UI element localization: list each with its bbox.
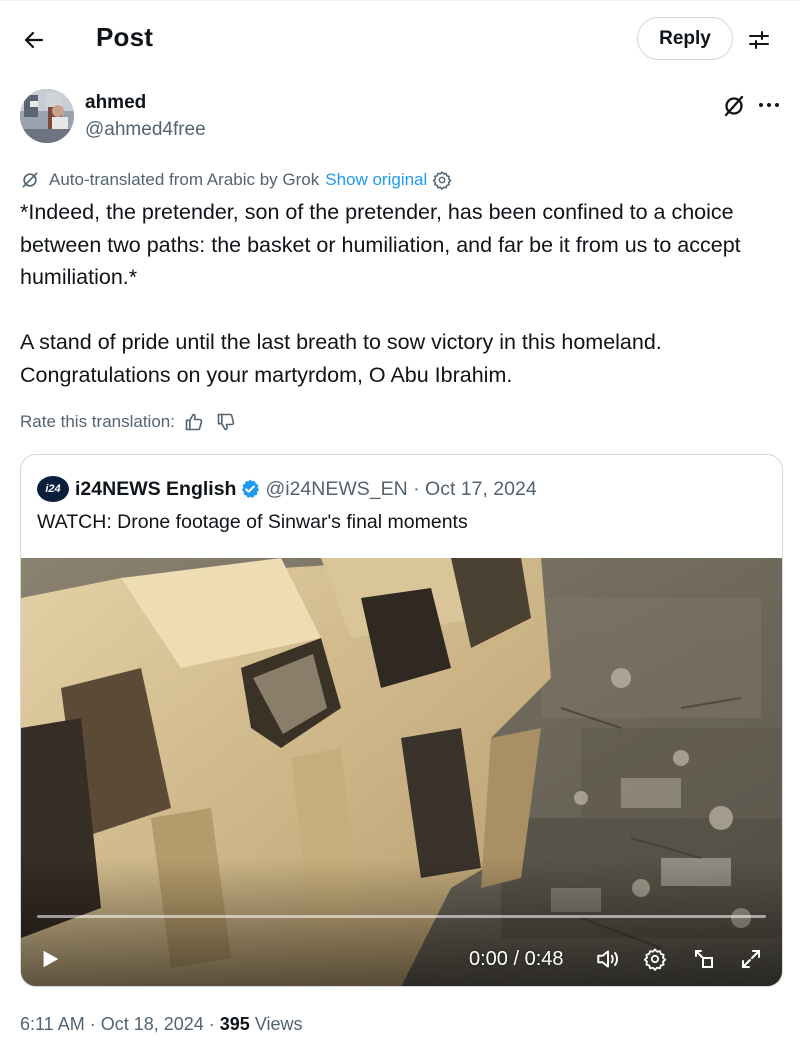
settings-button[interactable]: [741, 22, 777, 58]
grok-icon: [724, 95, 744, 117]
video-timecode: 0:00 / 0:48: [469, 948, 564, 970]
video-settings-button[interactable]: [640, 944, 670, 974]
picture-in-picture-button[interactable]: [689, 944, 719, 974]
reply-button[interactable]: Reply: [637, 17, 733, 60]
post-paragraph: *Indeed, the pretender, son of the prete…: [20, 200, 741, 289]
more-dots-icon: [759, 103, 779, 107]
quoted-author-handle-date: @i24NEWS_EN · Oct 17, 2024: [265, 477, 537, 500]
post-paragraph: A stand of pride until the last breath t…: [20, 330, 662, 387]
rate-translation-label: Rate this translation:: [20, 412, 175, 431]
volume-icon: [597, 950, 618, 968]
quoted-author-name[interactable]: i24NEWS English: [75, 478, 236, 501]
quoted-post-text: WATCH: Drone footage of Sinwar's final m…: [37, 511, 468, 533]
gear-icon: [643, 948, 667, 971]
translation-notice-text: Auto-translated from Arabic by Grok: [49, 170, 320, 189]
gear-icon: [433, 171, 452, 190]
thumbs-up-button[interactable]: [181, 409, 207, 435]
views-label: Views: [249, 1014, 303, 1034]
grok-button[interactable]: [718, 90, 750, 122]
post-meta: 6:11 AM · Oct 18, 2024 · 395 Views: [20, 1014, 303, 1035]
author-display-name[interactable]: ahmed: [85, 92, 146, 114]
video-player[interactable]: 0:00 / 0:48: [21, 558, 782, 986]
show-original-link[interactable]: Show original: [325, 170, 427, 190]
more-options-button[interactable]: [752, 90, 786, 120]
quoted-post[interactable]: i24 i24NEWS English @i24NEWS_EN · Oct 17…: [20, 454, 783, 987]
volume-button[interactable]: [593, 944, 623, 974]
post-text: *Indeed, the pretender, son of the prete…: [20, 196, 790, 391]
translation-settings-button[interactable]: [432, 169, 454, 191]
translation-notice: Auto-translated from Arabic by Grok Show…: [20, 168, 454, 192]
play-icon: [43, 950, 59, 968]
page-title: Post: [96, 22, 154, 52]
sliders-icon: [749, 31, 769, 49]
post-timestamp[interactable]: 6:11 AM · Oct 18, 2024 ·: [20, 1014, 220, 1034]
quoted-author-logo[interactable]: i24: [37, 476, 69, 502]
fullscreen-button[interactable]: [736, 944, 766, 974]
back-button[interactable]: [14, 20, 54, 60]
arrow-left-icon: [24, 31, 44, 49]
avatar-image: [20, 89, 74, 143]
video-progress-bar[interactable]: [37, 915, 766, 918]
thumbs-up-icon: [185, 413, 203, 431]
play-button[interactable]: [35, 944, 65, 974]
grok-icon: [20, 169, 42, 191]
avatar[interactable]: [20, 89, 74, 143]
verified-badge-icon: [239, 478, 261, 500]
views-count: 395: [219, 1014, 250, 1034]
rate-translation: Rate this translation:: [20, 409, 239, 435]
expand-icon: [742, 950, 760, 968]
post-header: Post Reply: [0, 0, 800, 78]
picture-in-picture-icon: [695, 950, 713, 968]
author-handle[interactable]: @ahmed4free: [85, 119, 206, 141]
quoted-post-header: i24 i24NEWS English @i24NEWS_EN · Oct 17…: [37, 475, 537, 503]
thumbs-down-icon: [217, 413, 235, 431]
thumbs-down-button[interactable]: [213, 409, 239, 435]
video-frame: [21, 558, 782, 986]
